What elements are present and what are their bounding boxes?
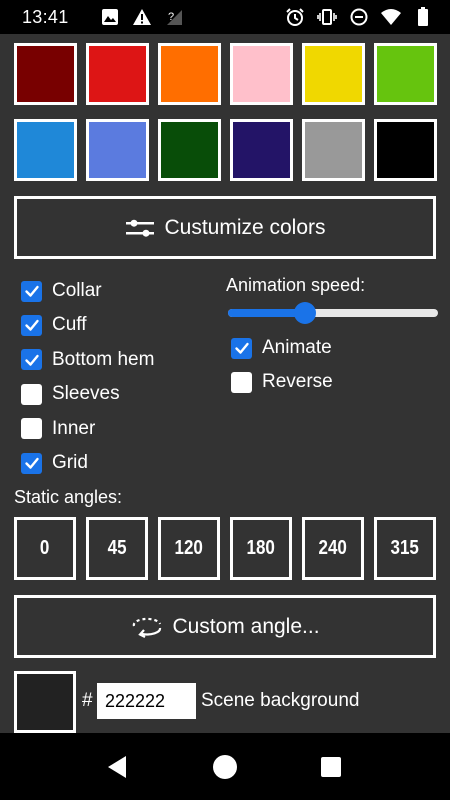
reverse-checkbox[interactable] — [231, 371, 252, 393]
slider-thumb[interactable] — [293, 302, 316, 324]
do-not-disturb-icon — [348, 7, 370, 27]
grid-checkbox-row[interactable]: Grid — [21, 452, 88, 474]
customize-colors-button[interactable]: Custumize colors — [14, 196, 436, 259]
hash-label: # — [82, 690, 93, 711]
swatch-dark-red[interactable] — [14, 43, 77, 105]
animate-checkbox[interactable] — [231, 337, 252, 359]
angle-value: 180 — [246, 537, 276, 559]
custom-angle-button[interactable]: Custom angle... — [14, 595, 436, 658]
scene-background-label: Scene background — [201, 690, 360, 711]
grid-label: Grid — [52, 452, 88, 473]
swatch-dark-green[interactable] — [158, 119, 221, 181]
swatch-red[interactable] — [86, 43, 149, 105]
angle-315-button[interactable]: 315 — [374, 517, 436, 580]
alarm-icon — [284, 7, 306, 27]
animation-speed-label: Animation speed: — [226, 275, 366, 295]
bottom-hem-checkbox[interactable] — [21, 349, 42, 371]
cuff-checkbox-row[interactable]: Cuff — [21, 314, 87, 336]
animate-label: Animate — [262, 337, 332, 358]
sliders-icon — [124, 216, 156, 240]
navigation-bar — [0, 733, 450, 800]
sleeves-checkbox-row[interactable]: Sleeves — [21, 383, 120, 405]
cuff-checkbox[interactable] — [21, 314, 42, 336]
angle-120-button[interactable]: 120 — [158, 517, 220, 580]
angle-value: 120 — [174, 537, 204, 559]
recents-icon[interactable] — [301, 733, 361, 800]
inner-checkbox[interactable] — [21, 418, 42, 440]
custom-angle-label: Custom angle... — [172, 614, 320, 638]
swatch-pink[interactable] — [230, 43, 293, 105]
collar-checkbox-row[interactable]: Collar — [21, 280, 102, 302]
wifi-icon — [380, 7, 402, 27]
animation-speed-slider[interactable] — [228, 302, 438, 324]
animate-checkbox-row[interactable]: Animate — [231, 337, 332, 359]
signal-off-icon: ? — [163, 7, 185, 27]
reverse-label: Reverse — [262, 371, 333, 392]
swatch-gray[interactable] — [302, 119, 365, 181]
image-icon — [99, 7, 121, 27]
rotate-icon — [130, 614, 164, 640]
inner-checkbox-row[interactable]: Inner — [21, 418, 95, 440]
vibrate-icon — [316, 7, 338, 27]
swatch-green[interactable] — [374, 43, 437, 105]
collar-label: Collar — [52, 280, 102, 301]
swatch-yellow[interactable] — [302, 43, 365, 105]
status-bar: 13:41 ? — [0, 0, 450, 34]
angle-value: 45 — [107, 537, 127, 559]
home-icon[interactable] — [195, 733, 255, 800]
angle-value: 0 — [40, 537, 50, 559]
battery-icon — [412, 7, 434, 27]
static-angles-label: Static angles: — [14, 487, 123, 507]
inner-label: Inner — [52, 417, 96, 439]
bottom-hem-checkbox-row[interactable]: Bottom hem — [21, 349, 154, 371]
swatch-periwinkle[interactable] — [86, 119, 149, 181]
angle-value: 315 — [390, 537, 420, 559]
swatch-indigo[interactable] — [230, 119, 293, 181]
sleeves-checkbox[interactable] — [21, 383, 42, 405]
sleeves-label: Sleeves — [52, 383, 120, 405]
bottom-hem-label: Bottom hem — [52, 348, 155, 370]
swatch-blue[interactable] — [14, 119, 77, 181]
cuff-label: Cuff — [52, 314, 87, 336]
angle-0-button[interactable]: 0 — [14, 517, 76, 580]
swatch-orange[interactable] — [158, 43, 221, 105]
grid-checkbox[interactable] — [21, 452, 42, 474]
angle-240-button[interactable]: 240 — [302, 517, 364, 580]
warning-icon — [131, 7, 153, 27]
scene-background-hex-input[interactable] — [97, 683, 196, 719]
back-icon[interactable] — [87, 733, 147, 800]
angle-45-button[interactable]: 45 — [86, 517, 148, 580]
status-time: 13:41 — [22, 6, 69, 27]
angle-180-button[interactable]: 180 — [230, 517, 292, 580]
customize-colors-label: Custumize colors — [164, 215, 326, 239]
reverse-checkbox-row[interactable]: Reverse — [231, 371, 333, 393]
swatch-black[interactable] — [374, 119, 437, 181]
scene-background-swatch[interactable] — [14, 671, 76, 733]
collar-checkbox[interactable] — [21, 280, 42, 302]
angle-value: 240 — [318, 537, 348, 559]
svg-text:?: ? — [168, 11, 174, 23]
